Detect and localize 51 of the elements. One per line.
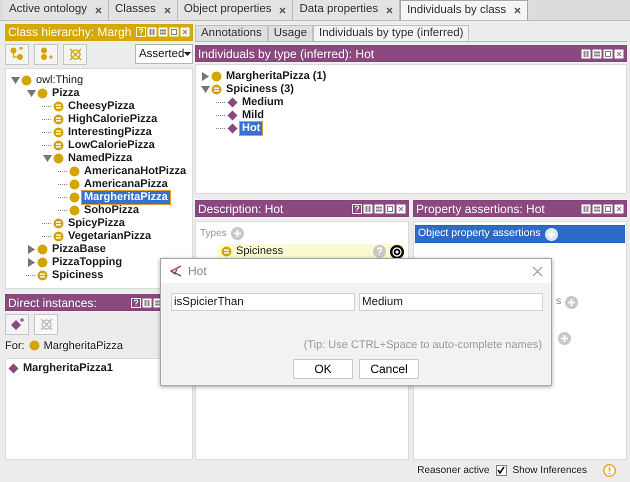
reasoner-status: Reasoner active <box>417 464 490 478</box>
tree-item[interactable]: LowCaloriePizza <box>66 138 157 152</box>
dialog-button[interactable]: OK <box>293 358 353 378</box>
tree-item[interactable]: Mild <box>240 109 266 122</box>
tab[interactable]: Annotations <box>195 25 268 41</box>
tree-item[interactable]: NamedPizza <box>66 152 134 165</box>
tree-item[interactable]: CheesyPizza <box>66 100 137 113</box>
panel-title: Direct instances: <box>8 294 97 311</box>
tree-item[interactable]: MargheritaPizza (1) <box>224 70 328 83</box>
tip-text: (Tip: Use CTRL+Space to auto-complete names) <box>304 338 542 353</box>
tab[interactable]: Usage <box>268 25 313 41</box>
section-label: Object property assertions <box>418 226 541 242</box>
for-label: For: <box>5 338 25 354</box>
tree-item[interactable]: AmericanaHotPizza <box>82 164 188 178</box>
tree-item[interactable]: owl:Thing <box>34 74 86 87</box>
tab[interactable]: Classes <box>109 0 178 20</box>
tree-item[interactable]: InterestingPizza <box>66 126 154 139</box>
tab[interactable]: Data properties <box>293 0 400 20</box>
tree-item[interactable]: Medium <box>240 96 286 109</box>
tree-item[interactable]: SohoPizza <box>82 204 142 217</box>
checkbox-label: Show Inferences <box>512 464 587 478</box>
property-field[interactable]: isSpicierThan <box>171 293 355 311</box>
mode-dropdown[interactable]: Asserted <box>135 44 193 64</box>
panel-title: Class hierarchy: Margh <box>8 24 132 41</box>
panel-title: Individuals by type (inferred): Hot <box>198 46 374 62</box>
tree-item[interactable]: Spiciness <box>50 268 106 282</box>
class-name: MargheritaPizza <box>44 338 124 354</box>
type-name: Spiciness <box>236 244 284 260</box>
value-field[interactable]: Medium <box>359 293 543 311</box>
tree-item[interactable]: MargheritaPizza <box>82 190 170 204</box>
tree-item[interactable]: Hot <box>240 122 262 135</box>
type-row[interactable]: Spiciness <box>218 244 404 259</box>
section-label: Types <box>200 227 227 241</box>
tree-item[interactable]: PizzaBase <box>50 242 108 256</box>
tree-item[interactable]: AmericanaPizza <box>82 178 170 191</box>
dialog-button[interactable]: Cancel <box>359 358 419 378</box>
tree-item[interactable]: Spiciness (3) <box>224 83 296 96</box>
tree-item[interactable]: SpicyPizza <box>66 216 127 230</box>
tab[interactable]: Object properties <box>178 0 294 20</box>
tree-item[interactable]: PizzaTopping <box>50 256 124 269</box>
tree-item[interactable]: HighCaloriePizza <box>66 112 160 126</box>
tab[interactable]: Individuals by class <box>400 0 528 20</box>
panel-title: Property assertions: Hot <box>416 200 545 217</box>
tree-item[interactable]: VegetarianPizza <box>66 230 154 243</box>
dialog-title: Hot <box>188 263 208 280</box>
tab[interactable]: Individuals by type (inferred) <box>313 25 470 41</box>
tab[interactable]: Active ontology <box>3 0 109 20</box>
section-label: s <box>556 294 562 310</box>
panel-title: Description: Hot <box>198 200 284 217</box>
list-item[interactable]: MargheritaPizza1 <box>21 362 115 375</box>
tree-item[interactable]: Pizza <box>50 86 82 100</box>
